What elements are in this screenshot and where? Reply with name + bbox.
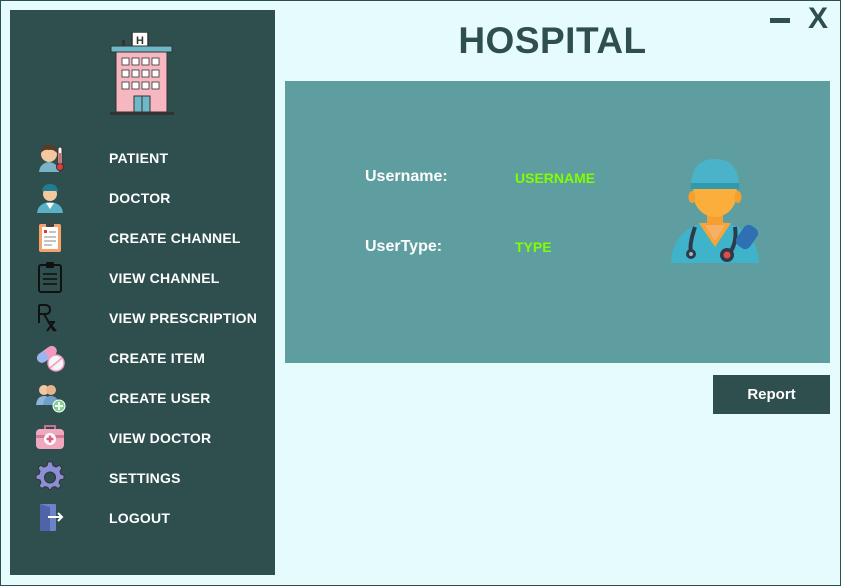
sidebar-item-label: DOCTOR	[109, 190, 171, 206]
sidebar-item-create-channel[interactable]: CREATE CHANNEL	[10, 217, 275, 257]
sidebar: H PATIENT DOCTOR CREATE CHANNEL VIEW CHA…	[10, 10, 275, 575]
sidebar-item-label: CREATE CHANNEL	[109, 230, 241, 246]
hospital-building-icon: H	[110, 32, 174, 115]
sidebar-item-doctor[interactable]: DOCTOR	[10, 177, 275, 217]
sidebar-item-label: CREATE USER	[109, 390, 211, 406]
sidebar-item-label: VIEW CHANNEL	[109, 270, 220, 286]
username-label: Username:	[365, 168, 448, 185]
doctor-icon	[37, 184, 63, 213]
usertype-value: TYPE	[515, 239, 552, 255]
rx-icon	[38, 304, 57, 332]
pills-icon	[36, 345, 65, 372]
sidebar-item-create-user[interactable]: CREATE USER	[10, 377, 275, 417]
sidebar-item-create-item[interactable]: CREATE ITEM	[10, 337, 275, 377]
sidebar-item-view-prescription[interactable]: VIEW PRESCRIPTION	[10, 297, 275, 337]
sidebar-item-logout[interactable]: LOGOUT	[10, 497, 275, 537]
report-button[interactable]: Report	[713, 375, 830, 414]
app-title: HOSPITAL	[458, 20, 647, 61]
close-icon[interactable]: X	[808, 4, 828, 34]
sidebar-item-label: LOGOUT	[109, 510, 171, 526]
sidebar-item-label: PATIENT	[109, 150, 169, 166]
sidebar-item-label: CREATE ITEM	[109, 350, 206, 366]
sidebar-item-label: VIEW PRESCRIPTION	[109, 310, 258, 326]
sidebar-item-label: SETTINGS	[109, 470, 181, 486]
add-user-icon	[36, 385, 66, 413]
sidebar-item-label: VIEW DOCTOR	[109, 430, 212, 446]
patient-icon	[39, 144, 64, 172]
gear-icon	[35, 461, 65, 490]
sidebar-item-view-channel[interactable]: VIEW CHANNEL	[10, 257, 275, 297]
clipboard-list-icon	[38, 262, 62, 293]
sidebar-item-settings[interactable]: SETTINGS	[10, 457, 275, 497]
medical-kit-icon	[36, 425, 64, 449]
user-info-panel: Username: USERNAME UserType: TYPE	[285, 81, 830, 363]
logo-sign: H	[136, 35, 144, 47]
sidebar-item-view-doctor[interactable]: VIEW DOCTOR	[10, 417, 275, 457]
clipboard-medical-icon	[39, 222, 61, 252]
sidebar-item-patient[interactable]: PATIENT	[10, 137, 275, 177]
usertype-label: UserType:	[365, 238, 443, 255]
username-value: USERNAME	[515, 170, 596, 186]
minimize-icon[interactable]	[770, 18, 790, 23]
logout-icon	[40, 504, 64, 531]
doctor-avatar-icon	[671, 159, 759, 263]
